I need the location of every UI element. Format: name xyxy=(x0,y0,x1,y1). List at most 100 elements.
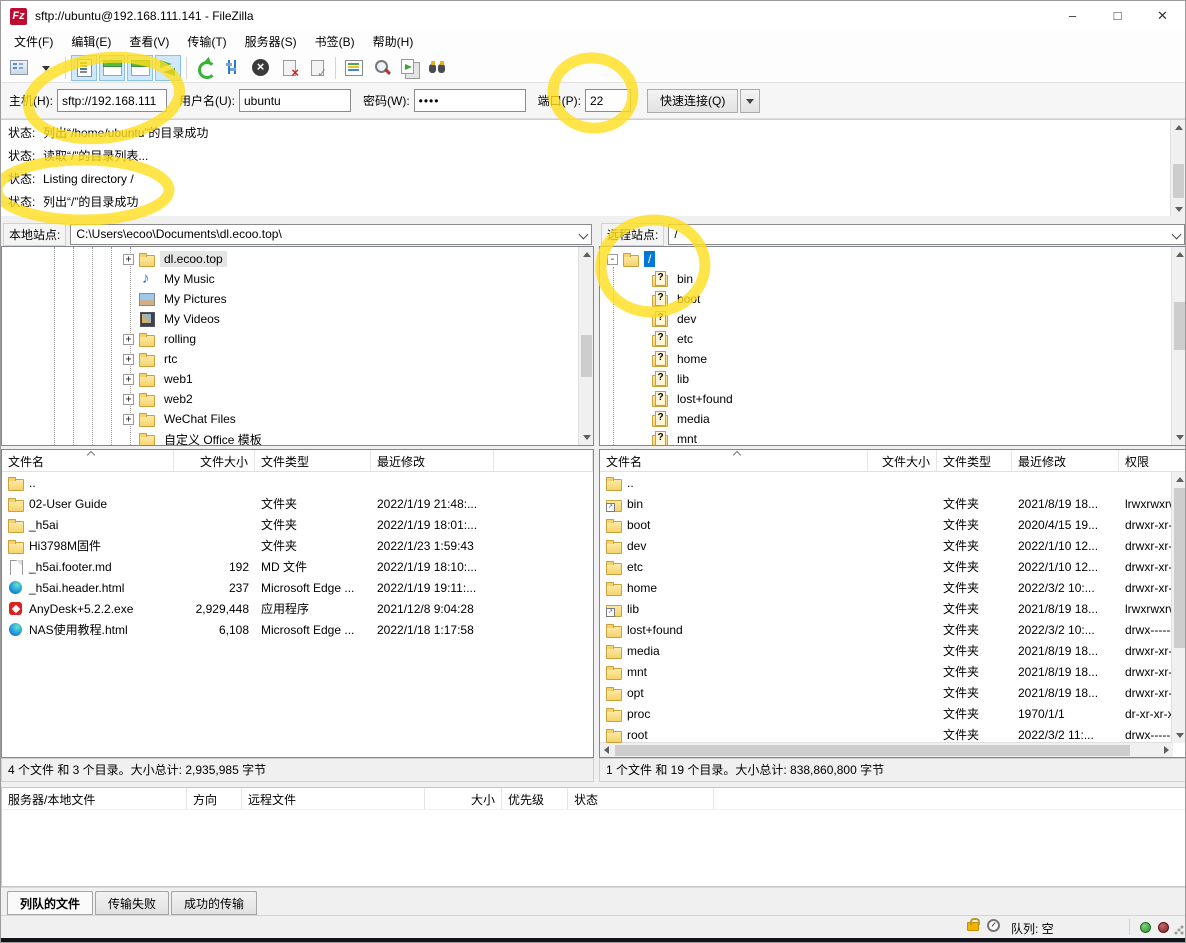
local-file-row[interactable]: .. xyxy=(2,472,593,493)
remote-tree-item[interactable]: - / xyxy=(600,249,1186,269)
remote-tree-item[interactable]: lost+found xyxy=(600,389,1186,409)
scroll-down-icon[interactable] xyxy=(1172,430,1186,445)
scroll-down-icon[interactable] xyxy=(579,430,594,445)
remote-tree-item[interactable]: media xyxy=(600,409,1186,429)
local-tree-item[interactable]: + rtc xyxy=(2,349,593,369)
scrollbar-thumb[interactable] xyxy=(581,335,592,377)
local-file-row[interactable]: _h5ai.footer.md 192 MD 文件 2022/1/19 18:1… xyxy=(2,556,593,577)
scroll-up-icon[interactable] xyxy=(579,252,594,267)
tree-expander-icon[interactable]: + xyxy=(123,394,134,405)
password-input[interactable] xyxy=(414,89,526,112)
synchronized-browsing-button[interactable] xyxy=(397,55,423,81)
username-input[interactable] xyxy=(239,89,351,112)
column-header-type[interactable]: 文件类型 xyxy=(255,450,371,471)
process-queue-button[interactable] xyxy=(220,55,246,81)
toggle-local-tree-button[interactable] xyxy=(99,55,125,81)
menu-item[interactable]: 编辑(E) xyxy=(62,31,120,53)
site-manager-dropdown-button[interactable] xyxy=(34,55,60,81)
minimize-button[interactable]: – xyxy=(1050,1,1095,31)
scroll-left-icon[interactable] xyxy=(600,743,615,758)
column-header-remote-file[interactable]: 远程文件 xyxy=(242,788,425,809)
refresh-button[interactable] xyxy=(192,55,218,81)
scroll-down-icon[interactable] xyxy=(1172,728,1186,743)
port-input[interactable] xyxy=(585,89,631,112)
remote-tree-item[interactable]: bin xyxy=(600,269,1186,289)
menu-item[interactable]: 服务器(S) xyxy=(236,31,306,53)
remote-file-row[interactable]: dev 文件夹 2022/1/10 12... drwxr-xr-x xyxy=(600,535,1186,556)
column-header-direction[interactable]: 方向 xyxy=(187,788,242,809)
remote-tree-item[interactable]: dev xyxy=(600,309,1186,329)
menu-item[interactable]: 文件(F) xyxy=(5,31,62,53)
cancel-button[interactable] xyxy=(248,55,274,81)
scrollbar-thumb[interactable] xyxy=(1174,488,1185,648)
remote-tree-scrollbar[interactable] xyxy=(1171,247,1186,445)
scroll-right-icon[interactable] xyxy=(1158,743,1173,758)
column-header-permissions[interactable]: 权限 xyxy=(1119,450,1186,471)
chevron-down-icon[interactable] xyxy=(579,231,587,239)
remote-tree-item[interactable]: lib xyxy=(600,369,1186,389)
scroll-down-icon[interactable] xyxy=(1171,202,1185,216)
reconnect-button[interactable] xyxy=(304,55,330,81)
column-header-priority[interactable]: 优先级 xyxy=(502,788,568,809)
remote-file-row[interactable]: opt 文件夹 2021/8/19 18... drwxr-xr-x xyxy=(600,682,1186,703)
scroll-up-icon[interactable] xyxy=(1171,125,1185,140)
remote-site-combo[interactable]: / xyxy=(668,224,1185,245)
remote-file-row[interactable]: bin 文件夹 2021/8/19 18... lrwxrwxrwx xyxy=(600,493,1186,514)
queue-tab[interactable]: 传输失败 xyxy=(95,891,169,915)
local-file-row[interactable]: _h5ai.header.html 237 Microsoft Edge ...… xyxy=(2,577,593,598)
local-site-combo[interactable]: C:\Users\ecoo\Documents\dl.ecoo.top\ xyxy=(70,224,592,245)
local-tree-item[interactable]: + WeChat Files xyxy=(2,409,593,429)
menu-item[interactable]: 帮助(H) xyxy=(364,31,423,53)
local-file-row[interactable]: AnyDesk+5.2.2.exe 2,929,448 应用程序 2021/12… xyxy=(2,598,593,619)
menu-item[interactable]: 查看(V) xyxy=(120,31,178,53)
tree-expander-icon[interactable]: + xyxy=(123,334,134,345)
remote-file-row[interactable]: lib 文件夹 2021/8/19 18... lrwxrwxrwx xyxy=(600,598,1186,619)
tree-expander-icon[interactable]: + xyxy=(123,414,134,425)
local-tree-item[interactable]: + rolling xyxy=(2,329,593,349)
column-header-modified[interactable]: 最近修改 xyxy=(1012,450,1119,471)
remote-file-row[interactable]: .. xyxy=(600,472,1186,493)
filter-button[interactable] xyxy=(369,55,395,81)
chevron-down-icon[interactable] xyxy=(1172,231,1180,239)
local-tree-item[interactable]: 自定义 Office 模板 xyxy=(2,429,593,446)
column-header-size[interactable]: 大小 xyxy=(425,788,502,809)
remote-file-row[interactable]: boot 文件夹 2020/4/15 19... drwxr-xr-x xyxy=(600,514,1186,535)
scrollbar-thumb[interactable] xyxy=(1173,164,1184,198)
column-header-modified[interactable]: 最近修改 xyxy=(371,450,494,471)
queue-tab[interactable]: 成功的传输 xyxy=(171,891,257,915)
remote-tree-item[interactable]: etc xyxy=(600,329,1186,349)
remote-file-row[interactable]: mnt 文件夹 2021/8/19 18... drwxr-xr-x xyxy=(600,661,1186,682)
quickconnect-button[interactable]: 快速连接(Q) xyxy=(647,89,738,113)
local-tree-item[interactable]: + web2 xyxy=(2,389,593,409)
tree-expander-icon[interactable]: + xyxy=(123,254,134,265)
toggle-transfer-queue-button[interactable] xyxy=(155,55,181,81)
column-header-size[interactable]: 文件大小 xyxy=(868,450,937,471)
local-file-row[interactable]: Hi3798M固件 文件夹 2022/1/23 1:59:43 xyxy=(2,535,593,556)
remote-tree-item[interactable]: mnt xyxy=(600,429,1186,446)
queue-tab[interactable]: 列队的文件 xyxy=(7,891,93,915)
maximize-button[interactable]: □ xyxy=(1095,1,1140,31)
remote-file-row[interactable]: etc 文件夹 2022/1/10 12... drwxr-xr-x xyxy=(600,556,1186,577)
column-header-size[interactable]: 文件大小 xyxy=(174,450,255,471)
scrollbar-thumb[interactable] xyxy=(615,745,1130,756)
remote-file-row[interactable]: root 文件夹 2022/3/2 11:... drwx------ xyxy=(600,724,1186,743)
column-header-server-local[interactable]: 服务器/本地文件 xyxy=(2,788,187,809)
tree-expander-icon[interactable]: + xyxy=(123,374,134,385)
tree-expander-icon[interactable]: - xyxy=(607,254,618,265)
host-input[interactable] xyxy=(57,89,167,112)
site-manager-button[interactable] xyxy=(6,55,32,81)
remote-file-row[interactable]: media 文件夹 2021/8/19 18... drwxr-xr-x xyxy=(600,640,1186,661)
local-file-row[interactable]: 02-User Guide 文件夹 2022/1/19 21:48:... xyxy=(2,493,593,514)
message-log-scrollbar[interactable] xyxy=(1170,120,1185,216)
toggle-remote-tree-button[interactable] xyxy=(127,55,153,81)
disconnect-button[interactable] xyxy=(276,55,302,81)
find-button[interactable] xyxy=(425,55,451,81)
remote-list-scrollbar[interactable] xyxy=(1171,472,1186,743)
remote-file-row[interactable]: home 文件夹 2022/3/2 10:... drwxr-xr-x xyxy=(600,577,1186,598)
directory-compare-button[interactable] xyxy=(341,55,367,81)
remote-tree-item[interactable]: home xyxy=(600,349,1186,369)
menu-item[interactable]: 书签(B) xyxy=(306,31,364,53)
remote-file-row[interactable]: lost+found 文件夹 2022/3/2 10:... drwx-----… xyxy=(600,619,1186,640)
column-header-name[interactable]: 文件名 xyxy=(600,450,868,471)
local-file-row[interactable]: NAS使用教程.html 6,108 Microsoft Edge ... 20… xyxy=(2,619,593,640)
